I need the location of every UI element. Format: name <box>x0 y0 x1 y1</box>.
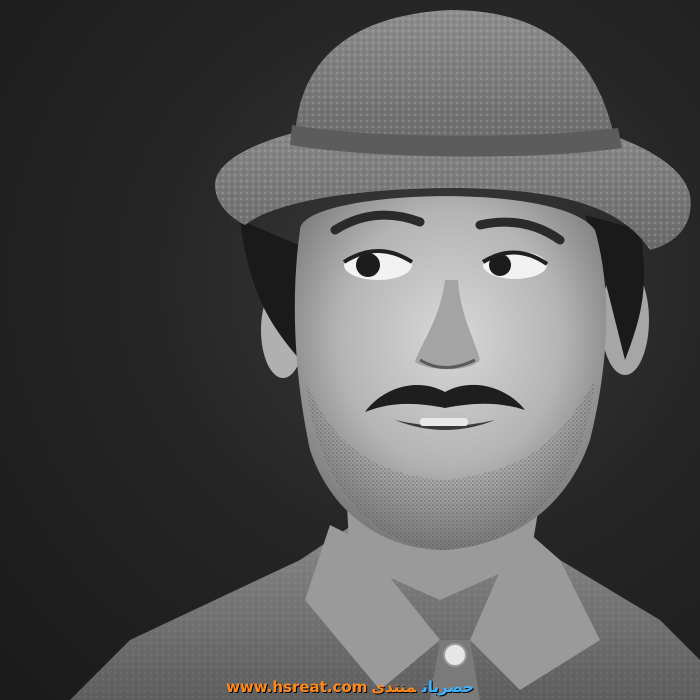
watermark-url: www.hsreat.com <box>226 678 368 696</box>
watermark: www.hsreat.com حصريات منتدى <box>0 676 700 698</box>
shirt-button <box>443 643 467 667</box>
portrait-photo <box>70 10 700 700</box>
right-eye <box>481 250 549 279</box>
left-eye <box>342 249 414 280</box>
watermark-arabic-2: منتدى <box>371 678 417 696</box>
photo-frame: www.hsreat.com حصريات منتدى <box>0 0 700 700</box>
watermark-arabic-1: حصريات <box>422 678 474 696</box>
